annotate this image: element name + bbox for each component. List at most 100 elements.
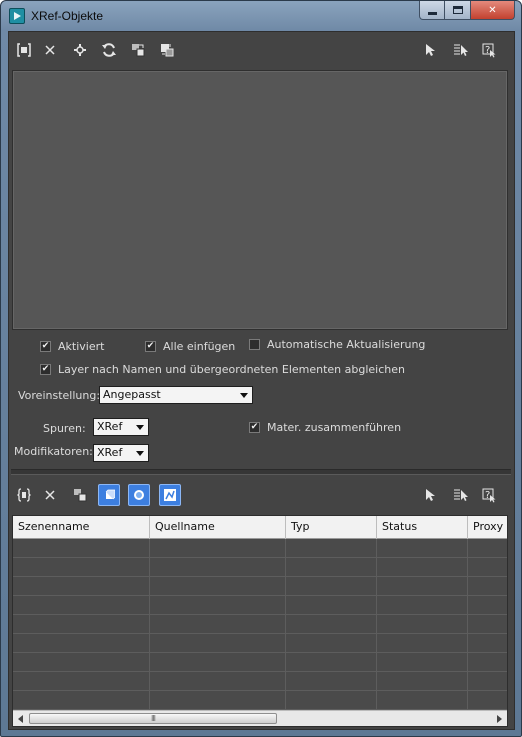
remove-object-button[interactable]	[39, 484, 61, 506]
panel-splitter[interactable]	[11, 469, 511, 475]
table-cell	[150, 653, 286, 672]
merge-icon	[74, 489, 87, 502]
table-cell	[286, 596, 377, 615]
remove-button[interactable]	[39, 39, 61, 61]
table-cell	[13, 653, 150, 672]
select-by-list-button[interactable]	[450, 39, 472, 61]
activated-label: Aktiviert	[58, 340, 105, 353]
material-mode-button[interactable]	[128, 484, 150, 506]
table-cell	[468, 634, 507, 653]
scrollbar-thumb[interactable]: III	[29, 713, 277, 724]
object-help-button[interactable]: ?	[478, 484, 500, 506]
add-object-button[interactable]	[13, 484, 35, 506]
convert-icon	[132, 44, 145, 57]
help-icon: ?	[482, 488, 496, 503]
select-button[interactable]	[419, 39, 441, 61]
add-object-icon	[17, 488, 31, 502]
table-cell	[377, 653, 468, 672]
insert-all-checkbox[interactable]: ✔	[145, 341, 156, 352]
table-cell	[150, 577, 286, 596]
table-cell	[468, 653, 507, 672]
column-header-status[interactable]: Status	[377, 516, 468, 539]
activated-option[interactable]: ✔ Aktiviert	[40, 340, 104, 353]
table-cell	[377, 577, 468, 596]
tracks-value: XRef	[97, 420, 123, 433]
refresh-button[interactable]	[98, 39, 120, 61]
insert-all-label: Alle einfügen	[163, 340, 236, 353]
convert-button[interactable]	[127, 39, 149, 61]
minimize-icon	[427, 11, 437, 15]
activated-checkbox[interactable]: ✔	[40, 341, 51, 352]
chevron-down-icon	[136, 425, 144, 430]
horizontal-scrollbar[interactable]: III	[13, 710, 507, 726]
select-object-by-list-button[interactable]	[450, 484, 472, 506]
table-cell	[13, 615, 150, 634]
close-button[interactable]: ✕	[471, 1, 515, 20]
xref-object-table[interactable]: Szenenname Quellname Typ Status Proxy II…	[12, 515, 508, 727]
table-row[interactable]	[13, 672, 507, 691]
table-cell	[377, 596, 468, 615]
table-cell	[286, 539, 377, 558]
table-cell	[468, 539, 507, 558]
table-row[interactable]	[13, 615, 507, 634]
preset-value: Angepasst	[103, 388, 161, 401]
column-header-source-name[interactable]: Quellname	[150, 516, 286, 539]
xref-scene-list[interactable]	[12, 70, 508, 330]
table-row[interactable]	[13, 539, 507, 558]
help-button[interactable]: ?	[478, 39, 500, 61]
controller-mode-button[interactable]	[159, 484, 181, 506]
title-bar[interactable]: XRef-Objekte ✕	[1, 1, 521, 31]
maximize-button[interactable]	[445, 1, 471, 20]
maximize-icon	[452, 6, 463, 14]
table-cell	[377, 615, 468, 634]
table-cell	[13, 672, 150, 691]
table-cell	[150, 558, 286, 577]
add-scene-button[interactable]	[13, 39, 35, 61]
table-cell	[286, 577, 377, 596]
layer-match-option[interactable]: ✔ Layer nach Namen und übergeordneten El…	[40, 363, 405, 376]
table-cell	[13, 539, 150, 558]
refresh-icon	[102, 43, 116, 57]
material-mode-icon	[134, 490, 144, 500]
scroll-right-icon[interactable]	[497, 715, 502, 723]
auto-update-checkbox[interactable]	[249, 339, 260, 350]
minimize-button[interactable]	[419, 1, 445, 20]
select-object-button[interactable]	[419, 484, 441, 506]
auto-update-option[interactable]: Automatische Aktualisierung	[249, 338, 425, 351]
select-by-list-icon	[454, 44, 468, 56]
table-row[interactable]	[13, 634, 507, 653]
table-cell	[377, 691, 468, 710]
table-row[interactable]	[13, 558, 507, 577]
preset-dropdown[interactable]: Angepasst	[99, 386, 253, 404]
tracks-dropdown[interactable]: XRef	[93, 418, 149, 436]
insert-all-option[interactable]: ✔ Alle einfügen	[145, 340, 235, 353]
table-cell	[150, 634, 286, 653]
table-row[interactable]	[13, 596, 507, 615]
table-row[interactable]	[13, 691, 507, 710]
table-cell	[150, 539, 286, 558]
top-toolbar: ?	[9, 36, 514, 64]
table-cell	[377, 672, 468, 691]
window-title: XRef-Objekte	[31, 9, 104, 23]
table-cell	[150, 615, 286, 634]
table-row[interactable]	[13, 577, 507, 596]
select-by-list-icon	[454, 489, 468, 501]
merge-button[interactable]	[69, 39, 91, 61]
layer-match-checkbox[interactable]: ✔	[40, 364, 51, 375]
table-row[interactable]	[13, 653, 507, 672]
table-cell	[150, 596, 286, 615]
bind-button[interactable]	[156, 39, 178, 61]
material-merge-option[interactable]: ✔ Mater. zusammenführen	[249, 421, 401, 434]
chevron-down-icon	[136, 451, 144, 456]
column-header-proxy[interactable]: Proxy	[468, 516, 507, 539]
merge-object-button[interactable]	[69, 484, 91, 506]
object-mode-button[interactable]	[98, 484, 120, 506]
table-cell	[13, 634, 150, 653]
column-header-scene-name[interactable]: Szenenname	[13, 516, 150, 539]
column-header-type[interactable]: Typ	[286, 516, 377, 539]
xref-objects-window: XRef-Objekte ✕ ? ✔ Aktiviert ✔ Alle einf…	[0, 0, 522, 737]
modifiers-dropdown[interactable]: XRef	[93, 444, 149, 462]
scroll-left-icon[interactable]	[18, 715, 23, 723]
layer-match-label: Layer nach Namen und übergeordneten Elem…	[58, 363, 405, 376]
material-merge-checkbox[interactable]: ✔	[249, 422, 260, 433]
